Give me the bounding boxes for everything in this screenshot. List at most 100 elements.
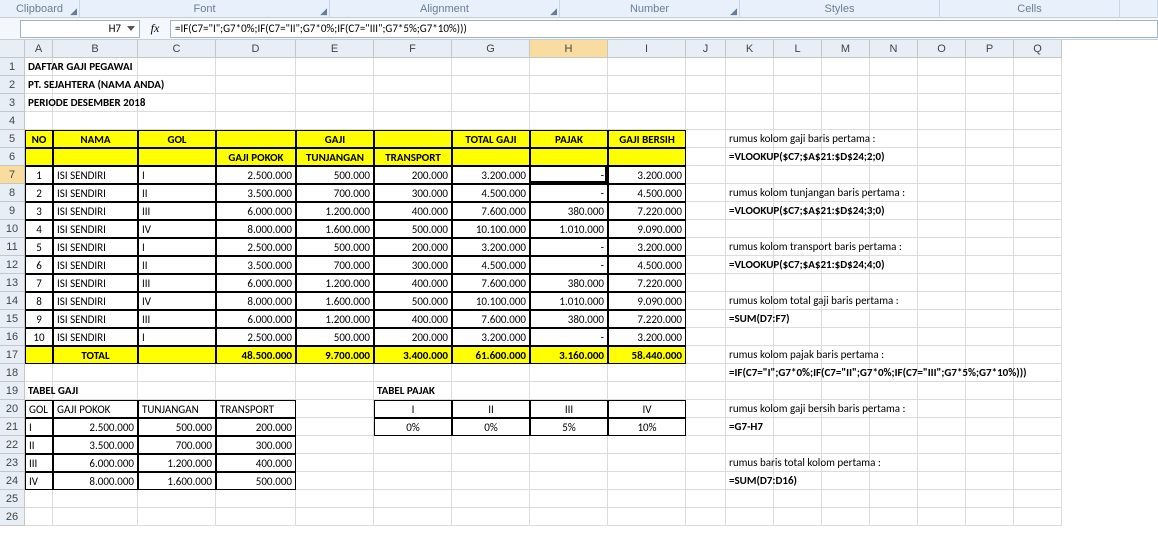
cell[interactable]: TRANSPORT (374, 148, 452, 166)
col-header-F[interactable]: F (374, 40, 452, 58)
cell[interactable] (452, 58, 530, 76)
cell[interactable] (918, 202, 966, 220)
row-header-2[interactable]: 2 (0, 76, 25, 94)
cell[interactable] (870, 490, 918, 508)
cell[interactable]: III (138, 274, 216, 292)
cell[interactable]: 8 (25, 292, 53, 310)
cell[interactable] (1014, 292, 1062, 310)
cell[interactable] (296, 490, 374, 508)
cell[interactable] (918, 112, 966, 130)
cell[interactable] (530, 58, 608, 76)
cell[interactable]: TUNJANGAN (138, 400, 216, 418)
cell[interactable] (452, 382, 530, 400)
cell[interactable] (1014, 400, 1062, 418)
cell[interactable] (686, 328, 726, 346)
cell[interactable] (870, 58, 918, 76)
cell[interactable] (452, 454, 530, 472)
cell[interactable] (966, 346, 1014, 364)
cell[interactable] (686, 382, 726, 400)
cell[interactable] (686, 202, 726, 220)
row-header-22[interactable]: 22 (0, 436, 25, 454)
cell[interactable]: ISI SENDIRI (53, 328, 138, 346)
cell[interactable] (774, 220, 822, 238)
cell[interactable] (530, 472, 608, 490)
cell[interactable]: 2.500.000 (216, 328, 296, 346)
row-header-17[interactable]: 17 (0, 346, 25, 364)
sheet-area[interactable]: DAFTAR GAJI PEGAWAIPT. SEJAHTERA (NAMA A… (25, 58, 1062, 526)
cell[interactable]: 8.000.000 (53, 472, 138, 490)
cell[interactable]: 1.200.000 (138, 454, 216, 472)
col-header-J[interactable]: J (686, 40, 726, 58)
cell[interactable] (530, 508, 608, 526)
col-header-I[interactable]: I (608, 40, 686, 58)
cell[interactable] (918, 184, 966, 202)
row-header-20[interactable]: 20 (0, 400, 25, 418)
cell[interactable]: 700.000 (296, 256, 374, 274)
cell[interactable] (822, 490, 870, 508)
cell[interactable] (1014, 328, 1062, 346)
cell[interactable] (374, 490, 452, 508)
row-header-7[interactable]: 7 (0, 166, 25, 184)
cell[interactable] (608, 94, 686, 112)
cell[interactable] (726, 508, 774, 526)
cell[interactable] (138, 346, 216, 364)
cell[interactable]: 6.000.000 (53, 454, 138, 472)
cell[interactable] (296, 400, 374, 418)
cell[interactable] (216, 364, 296, 382)
cell[interactable]: rumus kolom gaji baris pertama : (726, 130, 774, 148)
cell[interactable]: rumus kolom transport baris pertama : (726, 238, 774, 256)
row-header-11[interactable]: 11 (0, 238, 25, 256)
cell[interactable]: 9.090.000 (608, 292, 686, 310)
cell[interactable] (1014, 112, 1062, 130)
cell[interactable]: 700.000 (138, 436, 216, 454)
cell[interactable] (686, 256, 726, 274)
cell[interactable] (138, 58, 216, 76)
cell[interactable] (530, 382, 608, 400)
cell[interactable] (138, 508, 216, 526)
cell[interactable]: 8.000.000 (216, 220, 296, 238)
cell[interactable] (296, 418, 374, 436)
cell[interactable] (966, 472, 1014, 490)
cell[interactable] (870, 310, 918, 328)
cell[interactable]: GAJI POKOK (53, 400, 138, 418)
col-header-O[interactable]: O (918, 40, 966, 58)
cell[interactable] (296, 112, 374, 130)
row-header-19[interactable]: 19 (0, 382, 25, 400)
cell[interactable] (966, 382, 1014, 400)
row-header-1[interactable]: 1 (0, 58, 25, 76)
cell[interactable]: I (138, 328, 216, 346)
cell[interactable] (726, 382, 774, 400)
cell[interactable]: 6.000.000 (216, 310, 296, 328)
cell[interactable]: II (138, 256, 216, 274)
cell[interactable] (918, 310, 966, 328)
cell[interactable] (686, 400, 726, 418)
cell[interactable] (822, 166, 870, 184)
cell[interactable] (374, 76, 452, 94)
cell[interactable] (686, 148, 726, 166)
cell[interactable]: ISI SENDIRI (53, 166, 138, 184)
cell[interactable] (452, 148, 530, 166)
cell[interactable]: 3.200.000 (452, 166, 530, 184)
cell[interactable] (918, 238, 966, 256)
cell[interactable] (822, 274, 870, 292)
cell[interactable]: 58.440.000 (608, 346, 686, 364)
row-header-5[interactable]: 5 (0, 130, 25, 148)
cell[interactable] (452, 436, 530, 454)
cell[interactable]: 2.500.000 (53, 418, 138, 436)
cell[interactable] (774, 274, 822, 292)
cell[interactable]: 7.600.000 (452, 274, 530, 292)
cell[interactable]: 3.200.000 (452, 238, 530, 256)
cell[interactable] (1014, 166, 1062, 184)
cell[interactable]: PERIODE DESEMBER 2018 (25, 94, 53, 112)
cell[interactable] (726, 220, 774, 238)
cell[interactable] (966, 328, 1014, 346)
cell[interactable]: NAMA (53, 130, 138, 148)
col-header-P[interactable]: P (966, 40, 1014, 58)
cell[interactable] (726, 490, 774, 508)
cell[interactable] (686, 76, 726, 94)
cell[interactable] (216, 76, 296, 94)
cell[interactable] (870, 436, 918, 454)
cell[interactable]: 500.000 (296, 166, 374, 184)
cell[interactable]: 3.500.000 (216, 256, 296, 274)
cell[interactable] (216, 94, 296, 112)
